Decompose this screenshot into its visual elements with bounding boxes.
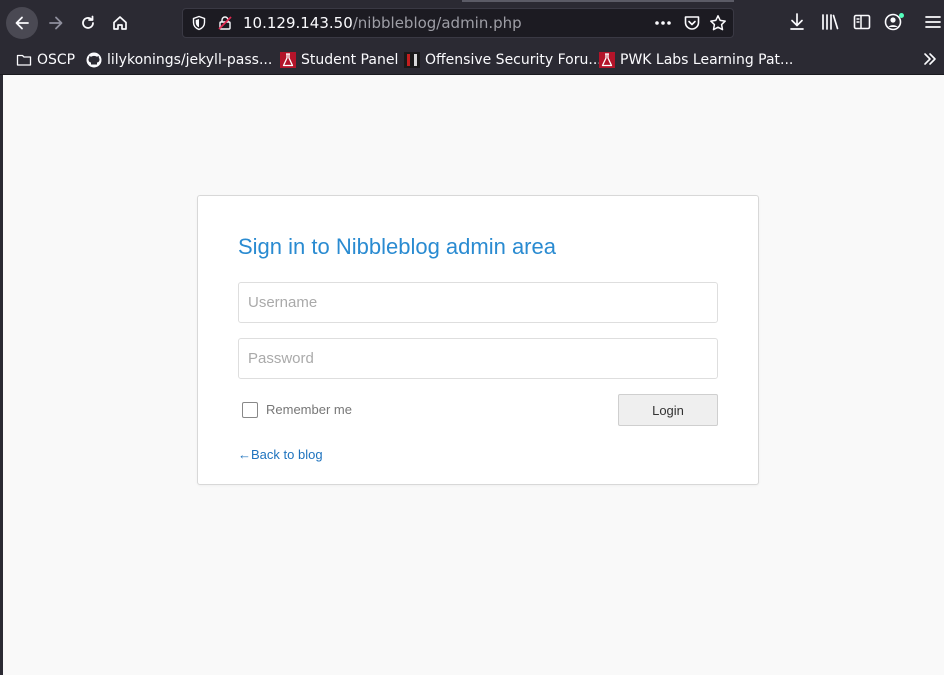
login-panel: Sign in to Nibbleblog admin area Remembe… (197, 195, 759, 485)
password-input[interactable] (238, 338, 718, 379)
reload-icon (82, 15, 94, 29)
offsec-forum-icon (404, 52, 420, 68)
library-icon[interactable] (820, 12, 840, 32)
download-icon[interactable] (788, 12, 806, 32)
remember-me-label: Remember me (266, 401, 352, 417)
bookmark-label: OSCP (37, 52, 76, 68)
offsec-flask-icon (599, 52, 615, 68)
offsec-flask-icon (280, 52, 296, 68)
bookmarks-toolbar: OSCP lilykonings/jekyll-pass... Student … (0, 46, 944, 75)
bookmark-label: Offensive Security Foru... (425, 52, 602, 68)
login-button[interactable]: Login (618, 394, 718, 426)
arrow-left-icon (15, 16, 29, 30)
bookmark-star-icon[interactable] (709, 14, 727, 32)
remember-me[interactable]: Remember me (242, 400, 352, 418)
reload-button[interactable] (72, 7, 104, 39)
insecure-lock-icon[interactable] (217, 15, 233, 31)
page-title: Sign in to Nibbleblog admin area (238, 234, 556, 259)
arrow-right-icon (49, 16, 63, 30)
account-icon[interactable] (884, 12, 906, 32)
sidebar-icon[interactable] (852, 12, 872, 32)
bookmark-offsec-forum[interactable]: Offensive Security Foru... (404, 50, 602, 70)
back-to-blog-link[interactable]: ←Back to blog (238, 447, 323, 462)
username-input[interactable] (238, 282, 718, 323)
bookmark-label: Student Panel (301, 52, 399, 68)
remember-me-checkbox[interactable] (242, 402, 258, 418)
home-icon (113, 16, 127, 30)
active-tab-indicator (462, 0, 734, 2)
menu-hamburger-icon[interactable] (924, 12, 942, 32)
url-path: /nibbleblog/admin.php (352, 14, 522, 32)
address-bar[interactable]: 10.129.143.50/nibbleblog/admin.php (182, 8, 734, 38)
pocket-icon[interactable] (683, 14, 701, 32)
home-button[interactable] (104, 7, 136, 39)
browser-toolbar: 10.129.143.50/nibbleblog/admin.php (0, 0, 944, 46)
page-actions-more-icon[interactable] (653, 13, 673, 33)
forward-button[interactable] (40, 7, 72, 39)
bookmark-jekyll[interactable]: lilykonings/jekyll-pass... (86, 50, 272, 70)
bookmark-oscp[interactable]: OSCP (16, 50, 75, 70)
bookmark-label: lilykonings/jekyll-pass... (107, 52, 273, 68)
tracking-protection-shield-icon[interactable] (191, 15, 207, 31)
bookmark-pwk-labs[interactable]: PWK Labs Learning Pat... (599, 50, 793, 70)
url-text[interactable]: 10.129.143.50/nibbleblog/admin.php (243, 14, 522, 32)
page-content: Sign in to Nibbleblog admin area Remembe… (3, 75, 944, 675)
folder-icon (16, 54, 32, 66)
bookmark-label: PWK Labs Learning Pat... (620, 52, 794, 68)
back-button[interactable] (6, 7, 38, 39)
bookmarks-overflow-chevron-icon[interactable] (922, 50, 938, 68)
github-icon (86, 52, 102, 68)
url-host: 10.129.143.50 (243, 14, 353, 32)
bookmark-student-panel[interactable]: Student Panel (280, 50, 398, 70)
